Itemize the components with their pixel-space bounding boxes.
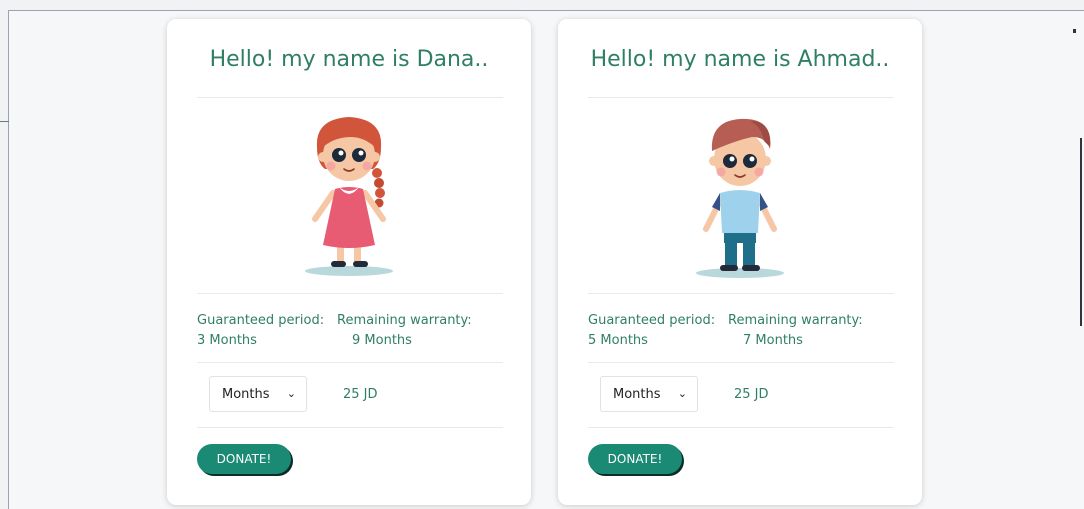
divider [588, 293, 894, 294]
duration-select[interactable]: Months ⌄ [600, 376, 698, 412]
guaranteed-value: 3 Months [197, 333, 257, 348]
divider [197, 427, 503, 428]
duration-select-value: Months [613, 386, 661, 402]
remaining-label: Remaining warranty: [728, 313, 863, 328]
donate-button[interactable]: DONATE! [588, 444, 682, 474]
duration-select[interactable]: Months ⌄ [209, 376, 307, 412]
edge-tick [0, 121, 9, 122]
edge-scroll-mark [1080, 138, 1082, 326]
remaining-label: Remaining warranty: [337, 313, 472, 328]
guaranteed-period: Guaranteed period: 3 Months [197, 311, 324, 351]
guaranteed-period: Guaranteed period: 5 Months [588, 311, 715, 351]
divider [197, 362, 503, 363]
remaining-value: 7 Months [743, 333, 803, 348]
edge-dot [1073, 29, 1076, 33]
chevron-down-icon: ⌄ [677, 387, 687, 400]
divider [588, 97, 894, 98]
divider [197, 97, 503, 98]
boy-illustration [696, 118, 784, 278]
guaranteed-value: 5 Months [588, 333, 648, 348]
remaining-warranty: Remaining warranty: 7 Months [728, 311, 863, 351]
card-title: Hello! my name is Ahmad.. [590, 47, 890, 72]
divider [588, 362, 894, 363]
price: 25 JD [734, 387, 769, 402]
price: 25 JD [343, 387, 378, 402]
remaining-warranty: Remaining warranty: 9 Months [337, 311, 472, 351]
divider [588, 427, 894, 428]
divider [197, 293, 503, 294]
donate-button[interactable]: DONATE! [197, 444, 291, 474]
chevron-down-icon: ⌄ [286, 387, 296, 400]
remaining-value: 9 Months [352, 333, 412, 348]
duration-select-value: Months [222, 386, 270, 402]
child-card-ahmad: Hello! my name is Ahmad.. Guaranteed per… [558, 19, 922, 505]
guaranteed-label: Guaranteed period: [197, 313, 325, 328]
girl-illustration [305, 117, 393, 276]
card-title: Hello! my name is Dana.. [209, 47, 489, 72]
child-card-dana: Hello! my name is Dana.. Guaranteed peri… [167, 19, 531, 505]
guaranteed-label: Guaranteed period: [588, 313, 716, 328]
